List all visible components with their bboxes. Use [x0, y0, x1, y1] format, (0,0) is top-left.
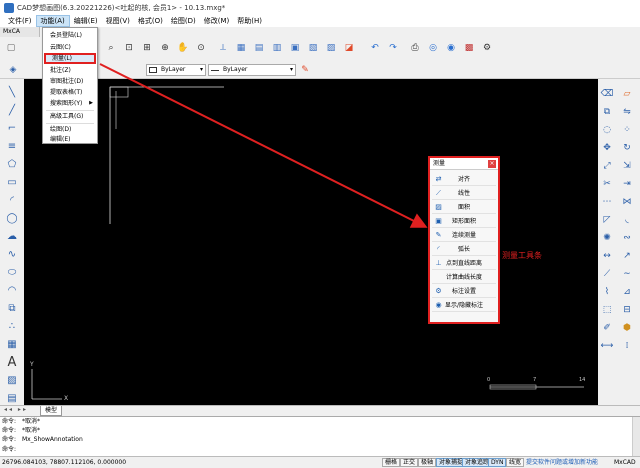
measure-area-button[interactable]: ▨ 面积	[432, 201, 496, 214]
measure-toolbar-panel: 测量 × ⇄ 对齐 ⟋ 线性 ▨ 面积 ▣ 矩形面积 ✎ 连续测量 ◜ 弧长 ⊥…	[428, 156, 500, 324]
point-line-icon: ⊥	[435, 259, 442, 267]
curve-length-icon	[434, 273, 443, 282]
dim-settings-icon: ⚙	[435, 287, 442, 295]
measure-align-button[interactable]: ⇄ 对齐	[432, 173, 496, 186]
eye-icon: ◉	[435, 301, 442, 309]
measure-arc-length-button[interactable]: ◜ 弧长	[432, 243, 496, 256]
area-icon: ▨	[435, 203, 442, 211]
align-icon: ⇄	[435, 175, 442, 183]
measure-dim-settings-button[interactable]: ⚙ 标注设置	[432, 285, 496, 298]
measure-point-line-button[interactable]: ⊥ 点到直线距离	[432, 257, 496, 270]
measure-rect-area-button[interactable]: ▣ 矩形面积	[432, 215, 496, 228]
measure-toggle-annotation-button[interactable]: ◉ 显示/隐藏标注	[432, 299, 496, 312]
rect-area-icon: ▣	[435, 217, 442, 225]
measure-continuous-button[interactable]: ✎ 连续测量	[432, 229, 496, 242]
callout-label: 测量工具条	[502, 251, 542, 260]
continuous-icon: ✎	[435, 231, 442, 239]
panel-title: 测量	[433, 160, 446, 167]
measure-curve-length-button[interactable]: 计算曲线长度	[432, 271, 496, 284]
annotation-arrow	[99, 63, 428, 228]
panel-header[interactable]: 测量 ×	[430, 158, 498, 170]
close-icon[interactable]: ×	[488, 160, 496, 168]
arc-length-icon: ◜	[437, 245, 440, 253]
linear-icon: ⟋	[436, 189, 441, 197]
measure-linear-button[interactable]: ⟋ 线性	[432, 187, 496, 200]
